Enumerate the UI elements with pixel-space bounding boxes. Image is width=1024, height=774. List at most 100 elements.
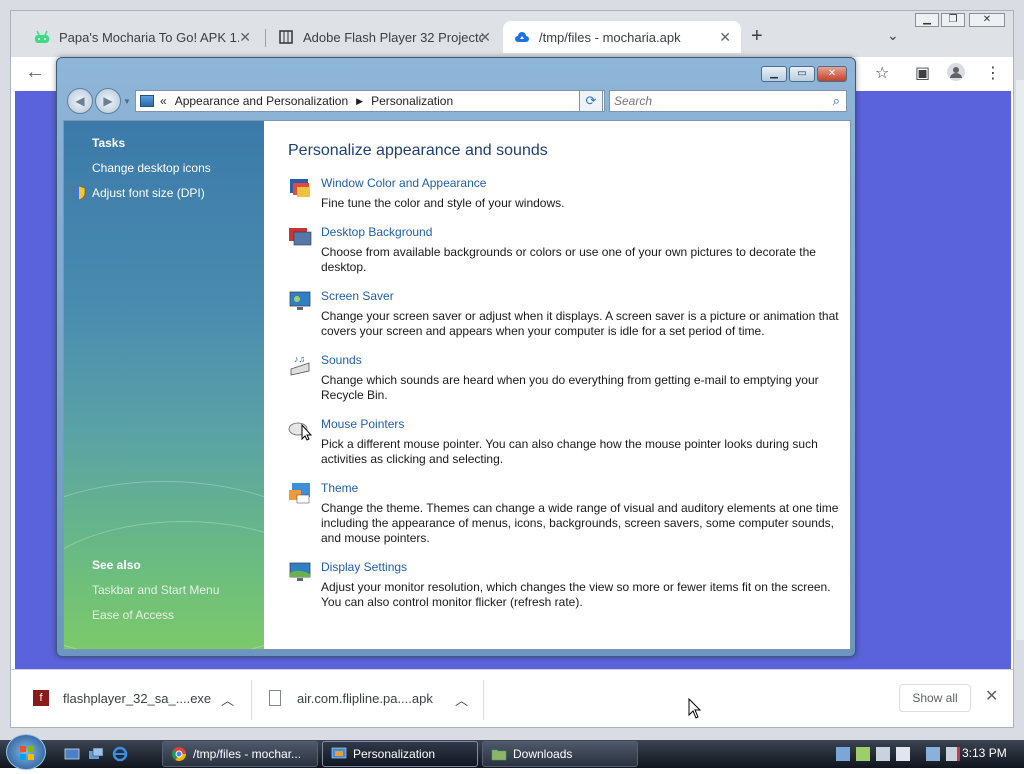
address-bar[interactable]: « Appearance and Personalization ▶ Perso…	[135, 90, 605, 112]
desktop-background-icon	[288, 225, 312, 249]
window-caption-buttons: ▁ ▭ ✕	[759, 66, 847, 82]
link-screen-saver[interactable]: Screen Saver	[321, 289, 394, 303]
tab-tmp-files[interactable]: /tmp/files - mocharia.apk ✕	[503, 21, 741, 53]
internet-explorer-icon[interactable]	[112, 746, 128, 762]
window-body: Tasks Change desktop icons Adjust font s…	[63, 120, 851, 650]
taskbar: /tmp/files - mochar... Personalization D…	[0, 734, 1024, 770]
tab-adobe-flash[interactable]: Adobe Flash Player 32 Projector ... ✕	[267, 21, 501, 53]
download-shelf: f flashplayer_32_sa_....exe ︿ air.com.fl…	[11, 669, 1013, 727]
taskbar-button-chrome[interactable]: /tmp/files - mochar...	[162, 741, 318, 767]
breadcrumb-personalization[interactable]: Personalization	[371, 94, 453, 108]
taskbar-button-label: Personalization	[353, 747, 436, 761]
screen-saver-icon	[288, 289, 312, 313]
shield-icon	[72, 185, 86, 201]
page-title: Personalize appearance and sounds	[288, 142, 548, 159]
link-sounds[interactable]: Sounds	[321, 353, 362, 367]
tab-search-button[interactable]: ⌄	[887, 27, 899, 44]
sounds-icon: ♪♫	[288, 353, 312, 377]
shelf-separator	[251, 680, 252, 720]
download-item[interactable]: air.com.flipline.pa....apk	[269, 690, 433, 706]
tab-papas-mocharia[interactable]: Papa's Mocharia To Go! APK 1.0... ✕	[23, 21, 261, 53]
item-description: Choose from available backgrounds or col…	[321, 245, 816, 274]
tab-title: Papa's Mocharia To Go! APK 1.0...	[59, 29, 239, 45]
menu-dots-icon[interactable]: ⋮	[985, 63, 1001, 83]
link-ease-of-access[interactable]: Ease of Access	[92, 608, 174, 622]
tray-app-icon[interactable]	[876, 747, 890, 761]
new-tab-button[interactable]: +	[751, 25, 763, 48]
mouse-cursor-icon	[688, 697, 702, 723]
refresh-button[interactable]: ⟳	[579, 90, 603, 112]
switch-windows-icon[interactable]	[88, 746, 104, 762]
search-input[interactable]	[610, 91, 810, 111]
forward-arrow-icon[interactable]: ▶	[95, 88, 121, 114]
cloud-upload-icon	[513, 28, 531, 46]
display-settings-icon	[288, 560, 312, 584]
link-theme[interactable]: Theme	[321, 481, 358, 495]
taskbar-button-label: Downloads	[513, 747, 573, 761]
download-filename: flashplayer_32_sa_....exe	[63, 690, 212, 706]
breadcrumb-separator-icon[interactable]: ▶	[356, 96, 363, 107]
item-theme: Theme Change the theme. Themes can chang…	[288, 481, 844, 545]
control-panel-icon	[140, 95, 154, 107]
svg-text:♪♫: ♪♫	[294, 354, 305, 364]
maximize-button[interactable]: ❐	[941, 13, 965, 27]
close-tab-icon[interactable]: ✕	[719, 29, 731, 46]
content-pane: Personalize appearance and sounds Window…	[288, 121, 848, 649]
tray-app-icon[interactable]	[856, 747, 870, 761]
item-description: Change your screen saver or adjust when …	[321, 309, 839, 338]
close-tab-icon[interactable]: ✕	[479, 29, 491, 46]
chrome-icon	[171, 746, 187, 762]
search-icon[interactable]: ⌕	[833, 93, 840, 109]
download-options-chevron-icon[interactable]: ︿	[455, 690, 468, 709]
download-item[interactable]: f flashplayer_32_sa_....exe	[33, 690, 211, 706]
task-change-desktop-icons[interactable]: Change desktop icons	[92, 161, 211, 175]
item-description: Fine tune the color and style of your wi…	[321, 196, 565, 210]
link-display-settings[interactable]: Display Settings	[321, 560, 407, 574]
download-options-chevron-icon[interactable]: ︿	[221, 690, 234, 709]
tray-app-icon[interactable]	[836, 747, 850, 761]
personalization-icon	[331, 746, 347, 762]
profile-avatar-icon[interactable]	[947, 63, 965, 86]
clock[interactable]: 3:13 PM	[962, 746, 1007, 760]
close-window-button[interactable]: ✕	[969, 13, 1005, 27]
search-box[interactable]: ⌕	[609, 90, 847, 112]
link-desktop-background[interactable]: Desktop Background	[321, 225, 432, 239]
tab-title: /tmp/files - mocharia.apk	[539, 29, 681, 45]
minimize-button[interactable]: ▁	[915, 13, 939, 27]
breadcrumb-overflow[interactable]: «	[160, 94, 167, 108]
close-shelf-icon[interactable]: ✕	[985, 686, 998, 706]
page-icon	[277, 28, 295, 46]
show-desktop-icon[interactable]	[64, 746, 80, 762]
network-icon[interactable]	[926, 747, 940, 761]
tasks-heading: Tasks	[92, 136, 126, 150]
nav-buttons: ◀ ▶ ▼	[67, 88, 131, 114]
link-taskbar-start-menu[interactable]: Taskbar and Start Menu	[92, 583, 219, 597]
start-button[interactable]	[6, 734, 46, 770]
android-icon	[33, 28, 51, 46]
task-adjust-font-size[interactable]: Adjust font size (DPI)	[92, 186, 205, 200]
back-arrow-icon[interactable]: ◀	[67, 88, 93, 114]
item-description: Change which sounds are heard when you d…	[321, 373, 819, 402]
recent-pages-chevron-icon[interactable]: ▼	[123, 97, 131, 106]
tab-separator	[265, 29, 266, 47]
breadcrumb-appearance[interactable]: Appearance and Personalization	[175, 94, 348, 108]
tray-app-icon[interactable]	[896, 747, 910, 761]
taskbar-button-personalization[interactable]: Personalization	[322, 741, 478, 767]
close-button[interactable]: ✕	[817, 66, 847, 82]
close-tab-icon[interactable]: ✕	[239, 29, 251, 46]
background-window-edge	[1016, 80, 1024, 640]
link-window-color[interactable]: Window Color and Appearance	[321, 176, 486, 190]
side-panel-icon[interactable]: ▣	[915, 63, 930, 83]
link-mouse-pointers[interactable]: Mouse Pointers	[321, 417, 404, 431]
show-all-button[interactable]: Show all	[899, 684, 971, 712]
minimize-button[interactable]: ▁	[761, 66, 787, 82]
back-button[interactable]: ←	[25, 61, 45, 84]
taskbar-button-downloads[interactable]: Downloads	[482, 741, 638, 767]
personalization-window: ▁ ▭ ✕ ◀ ▶ ▼ « Appearance and Personaliza…	[56, 57, 856, 657]
item-screen-saver: Screen Saver Change your screen saver or…	[288, 289, 844, 339]
volume-muted-icon[interactable]	[946, 747, 960, 761]
item-description: Change the theme. Themes can change a wi…	[321, 501, 839, 545]
item-window-color: Window Color and Appearance Fine tune th…	[288, 176, 844, 216]
maximize-button[interactable]: ▭	[789, 66, 815, 82]
bookmark-star-icon[interactable]: ☆	[875, 63, 889, 83]
